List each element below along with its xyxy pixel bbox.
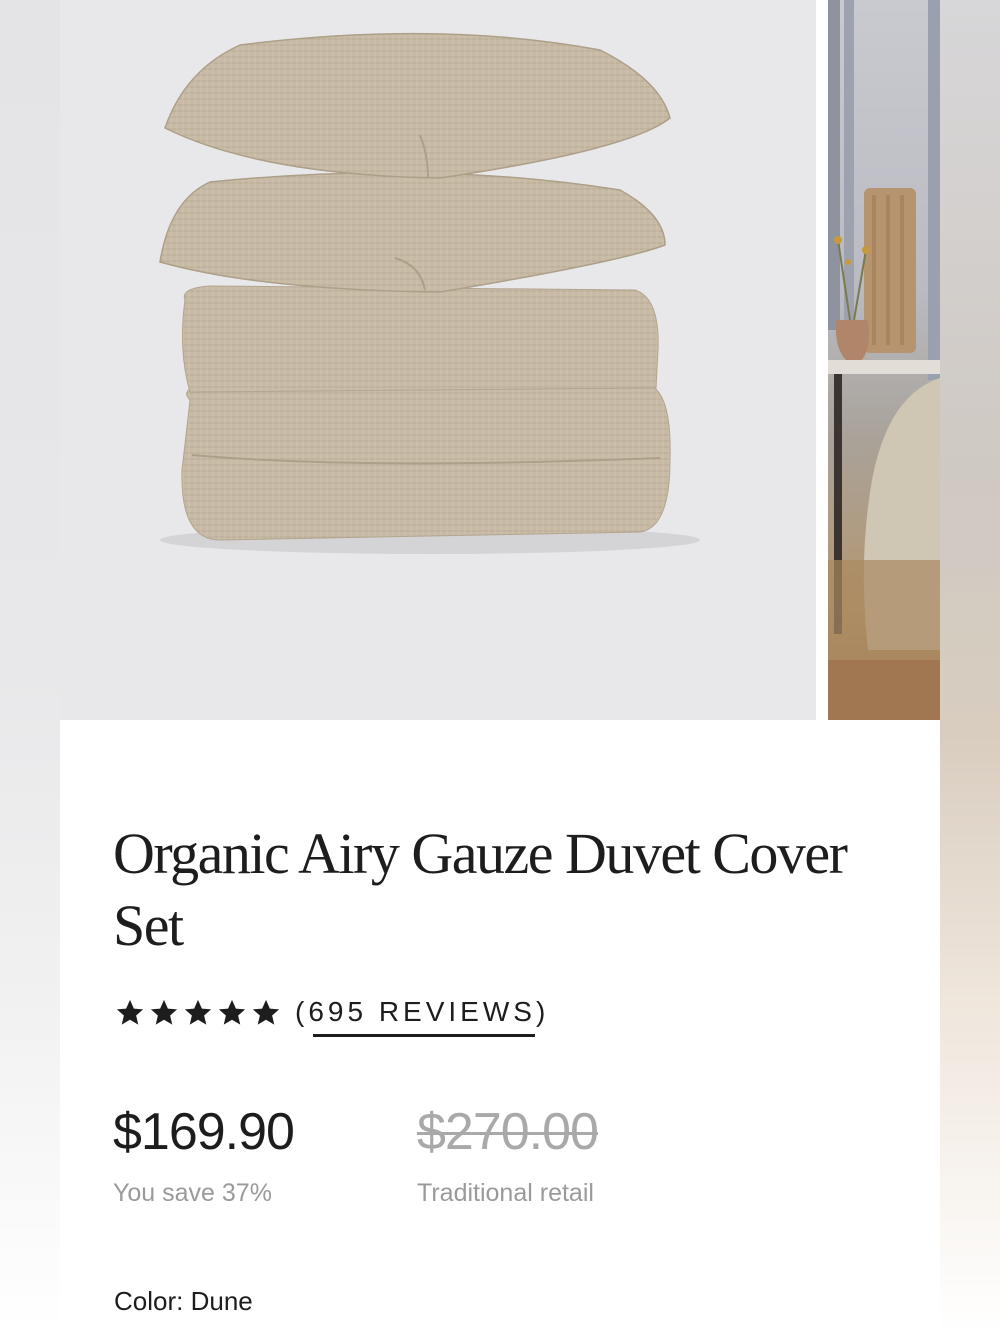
current-price: $169.90 — [113, 1103, 295, 1161]
original-price-block: $270.00 Traditional retail — [417, 1102, 599, 1208]
backdrop-left — [0, 0, 60, 1333]
product-image-secondary[interactable] — [828, 0, 940, 720]
product-image-main[interactable] — [60, 0, 816, 720]
reviews-underline — [313, 1034, 536, 1037]
reviews-count-label: (695 REVIEWS) — [295, 996, 550, 1027]
folded-duvet-pillows-image — [159, 32, 700, 554]
savings-label: You save 37% — [113, 1179, 272, 1207]
color-label: Color: Dune — [114, 1286, 253, 1316]
original-price-caption: Traditional retail — [417, 1179, 594, 1207]
product-title: Organic Airy Gauze Duvet Cover Set — [113, 821, 848, 958]
product-card: Organic Airy Gauze Duvet Cover Set (695 … — [60, 0, 940, 1333]
star-icon — [252, 999, 280, 1025]
star-icon — [150, 999, 178, 1025]
rating-row: (695 REVIEWS) — [115, 994, 549, 1038]
original-price: $270.00 — [417, 1103, 599, 1161]
bedroom-scene-image — [828, 0, 940, 720]
backdrop-right — [940, 0, 1000, 1333]
star-icon — [116, 999, 144, 1025]
star-icon — [218, 999, 246, 1025]
star-rating — [115, 998, 281, 1028]
star-icon — [184, 999, 212, 1025]
current-price-block: $169.90 You save 37% — [113, 1102, 295, 1208]
reviews-link[interactable]: (695 REVIEWS) — [295, 994, 550, 1037]
